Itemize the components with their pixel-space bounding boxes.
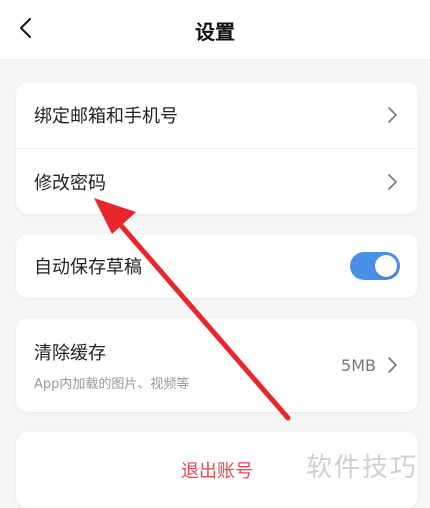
autosave-row: 自动保存草稿	[16, 234, 418, 298]
page-title: 设置	[195, 20, 235, 44]
autosave-toggle[interactable]	[350, 252, 400, 280]
account-settings-card: 绑定邮箱和手机号 修改密码	[16, 82, 418, 214]
change-password-label: 修改密码	[34, 172, 106, 194]
clear-cache-row[interactable]: 清除缓存 App内加载的图片、视频等 5MB	[16, 318, 418, 412]
watermark-text: 软件技巧	[305, 453, 418, 483]
bind-email-phone-row[interactable]: 绑定邮箱和手机号	[16, 82, 418, 148]
chevron-right-icon	[384, 107, 400, 123]
clear-cache-card: 清除缓存 App内加载的图片、视频等 5MB	[16, 318, 418, 412]
clear-cache-subtitle: App内加载的图片、视频等	[34, 376, 190, 392]
header-bar: 设置	[0, 0, 430, 60]
clear-cache-text: 清除缓存 App内加载的图片、视频等	[34, 339, 341, 392]
clear-cache-label: 清除缓存	[34, 342, 106, 364]
toggle-knob	[375, 255, 397, 277]
chevron-right-icon	[384, 357, 400, 373]
cache-size-value: 5MB	[341, 355, 376, 375]
chevron-right-icon	[384, 173, 400, 190]
bind-email-phone-label: 绑定邮箱和手机号	[34, 106, 178, 127]
autosave-label: 自动保存草稿	[34, 257, 142, 278]
change-password-row[interactable]: 修改密码	[16, 148, 418, 214]
autosave-card: 自动保存草稿	[16, 234, 418, 298]
